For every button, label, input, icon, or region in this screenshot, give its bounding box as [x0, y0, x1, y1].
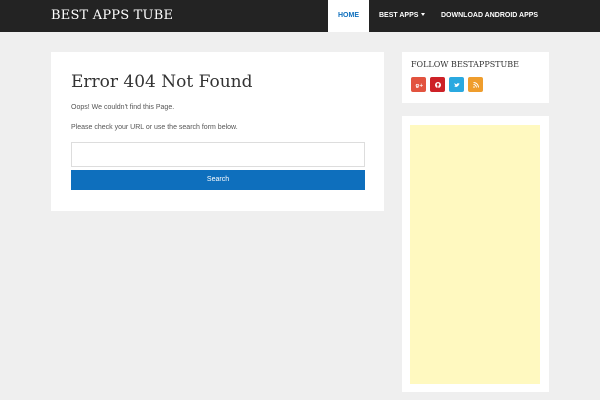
- rss-icon[interactable]: [468, 77, 483, 92]
- pinterest-icon[interactable]: [430, 77, 445, 92]
- error-instruction: Please check your URL or use the search …: [71, 124, 238, 131]
- google-plus-icon[interactable]: g+: [411, 77, 426, 92]
- error-message: Oops! We couldn't find this Page.: [71, 104, 175, 111]
- top-bar: BEST APPS TUBE HOME BEST APPS DOWNLOAD A…: [0, 0, 600, 32]
- search-button[interactable]: Search: [71, 170, 365, 190]
- nav-home[interactable]: HOME: [328, 0, 369, 32]
- nav-download-android-apps[interactable]: DOWNLOAD ANDROID APPS: [431, 0, 600, 32]
- caret-down-icon: [421, 12, 426, 16]
- follow-title: FOLLOW BESTAPPSTUBE: [411, 60, 519, 69]
- twitter-icon[interactable]: [449, 77, 464, 92]
- main-nav: HOME BEST APPS DOWNLOAD ANDROID APPS: [328, 0, 600, 32]
- search-input[interactable]: [71, 142, 365, 167]
- svg-text:g+: g+: [415, 83, 423, 89]
- page-title: Error 404 Not Found: [71, 72, 253, 92]
- nav-best-apps[interactable]: BEST APPS: [369, 0, 431, 32]
- error-panel: Error 404 Not Found Oops! We couldn't fi…: [51, 52, 384, 211]
- follow-widget: FOLLOW BESTAPPSTUBE g+: [402, 52, 549, 103]
- ad-placeholder[interactable]: [410, 125, 540, 384]
- site-logo[interactable]: BEST APPS TUBE: [51, 0, 173, 32]
- nav-best-apps-label: BEST APPS: [379, 12, 419, 19]
- social-icons: g+: [411, 77, 483, 92]
- sidebar-ad-widget: [402, 116, 549, 392]
